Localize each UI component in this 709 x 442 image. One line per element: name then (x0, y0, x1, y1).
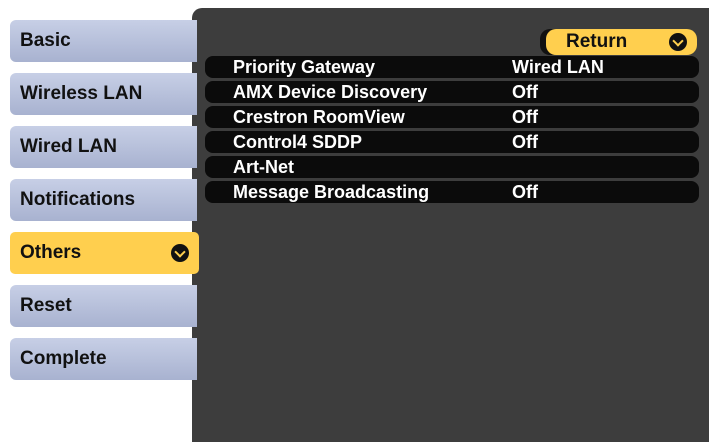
sidebar-item-notifications[interactable]: Notifications (10, 179, 197, 221)
sidebar-item-wireless-lan[interactable]: Wireless LAN (10, 73, 197, 115)
setting-label: Control4 SDDP (233, 131, 363, 152)
settings-list: Priority Gateway Wired LAN AMX Device Di… (205, 56, 699, 206)
sidebar-item-basic[interactable]: Basic (10, 20, 197, 62)
setting-value: Off (512, 131, 538, 152)
sidebar-item-label: Wireless LAN (20, 83, 143, 104)
setting-value: Off (512, 181, 538, 202)
setting-row-crestron-roomview[interactable]: Crestron RoomView Off (205, 106, 699, 128)
sidebar-item-label: Others (20, 242, 82, 263)
setting-value: Off (512, 106, 538, 127)
sidebar-item-label: Notifications (20, 189, 136, 210)
return-button-label: Return (566, 31, 628, 52)
sidebar-item-label: Basic (20, 30, 71, 51)
sidebar: Basic Wireless LAN Wired LAN Notificatio… (0, 0, 209, 442)
sidebar-item-others[interactable]: Others (10, 232, 199, 274)
sidebar-item-complete[interactable]: Complete (10, 338, 197, 380)
sidebar-item-label: Reset (20, 295, 72, 316)
sidebar-item-wired-lan[interactable]: Wired LAN (10, 126, 197, 168)
enter-icon (669, 33, 687, 51)
setting-value: Wired LAN (512, 56, 604, 77)
setting-label: Crestron RoomView (233, 106, 405, 127)
sidebar-item-label: Wired LAN (20, 136, 117, 157)
setting-row-control4-sddp[interactable]: Control4 SDDP Off (205, 131, 699, 153)
return-button[interactable]: Return (546, 29, 697, 55)
setting-label: Art-Net (233, 156, 294, 177)
setting-label: AMX Device Discovery (233, 81, 428, 102)
setting-value: Off (512, 81, 538, 102)
sidebar-item-reset[interactable]: Reset (10, 285, 197, 327)
setting-row-art-net[interactable]: Art-Net (205, 156, 699, 178)
setting-label: Message Broadcasting (233, 181, 430, 202)
setting-row-priority-gateway[interactable]: Priority Gateway Wired LAN (205, 56, 699, 78)
sidebar-item-label: Complete (20, 348, 107, 369)
setting-row-amx-device-discovery[interactable]: AMX Device Discovery Off (205, 81, 699, 103)
enter-icon (171, 244, 189, 262)
setting-row-message-broadcasting[interactable]: Message Broadcasting Off (205, 181, 699, 203)
setting-label: Priority Gateway (233, 56, 376, 77)
